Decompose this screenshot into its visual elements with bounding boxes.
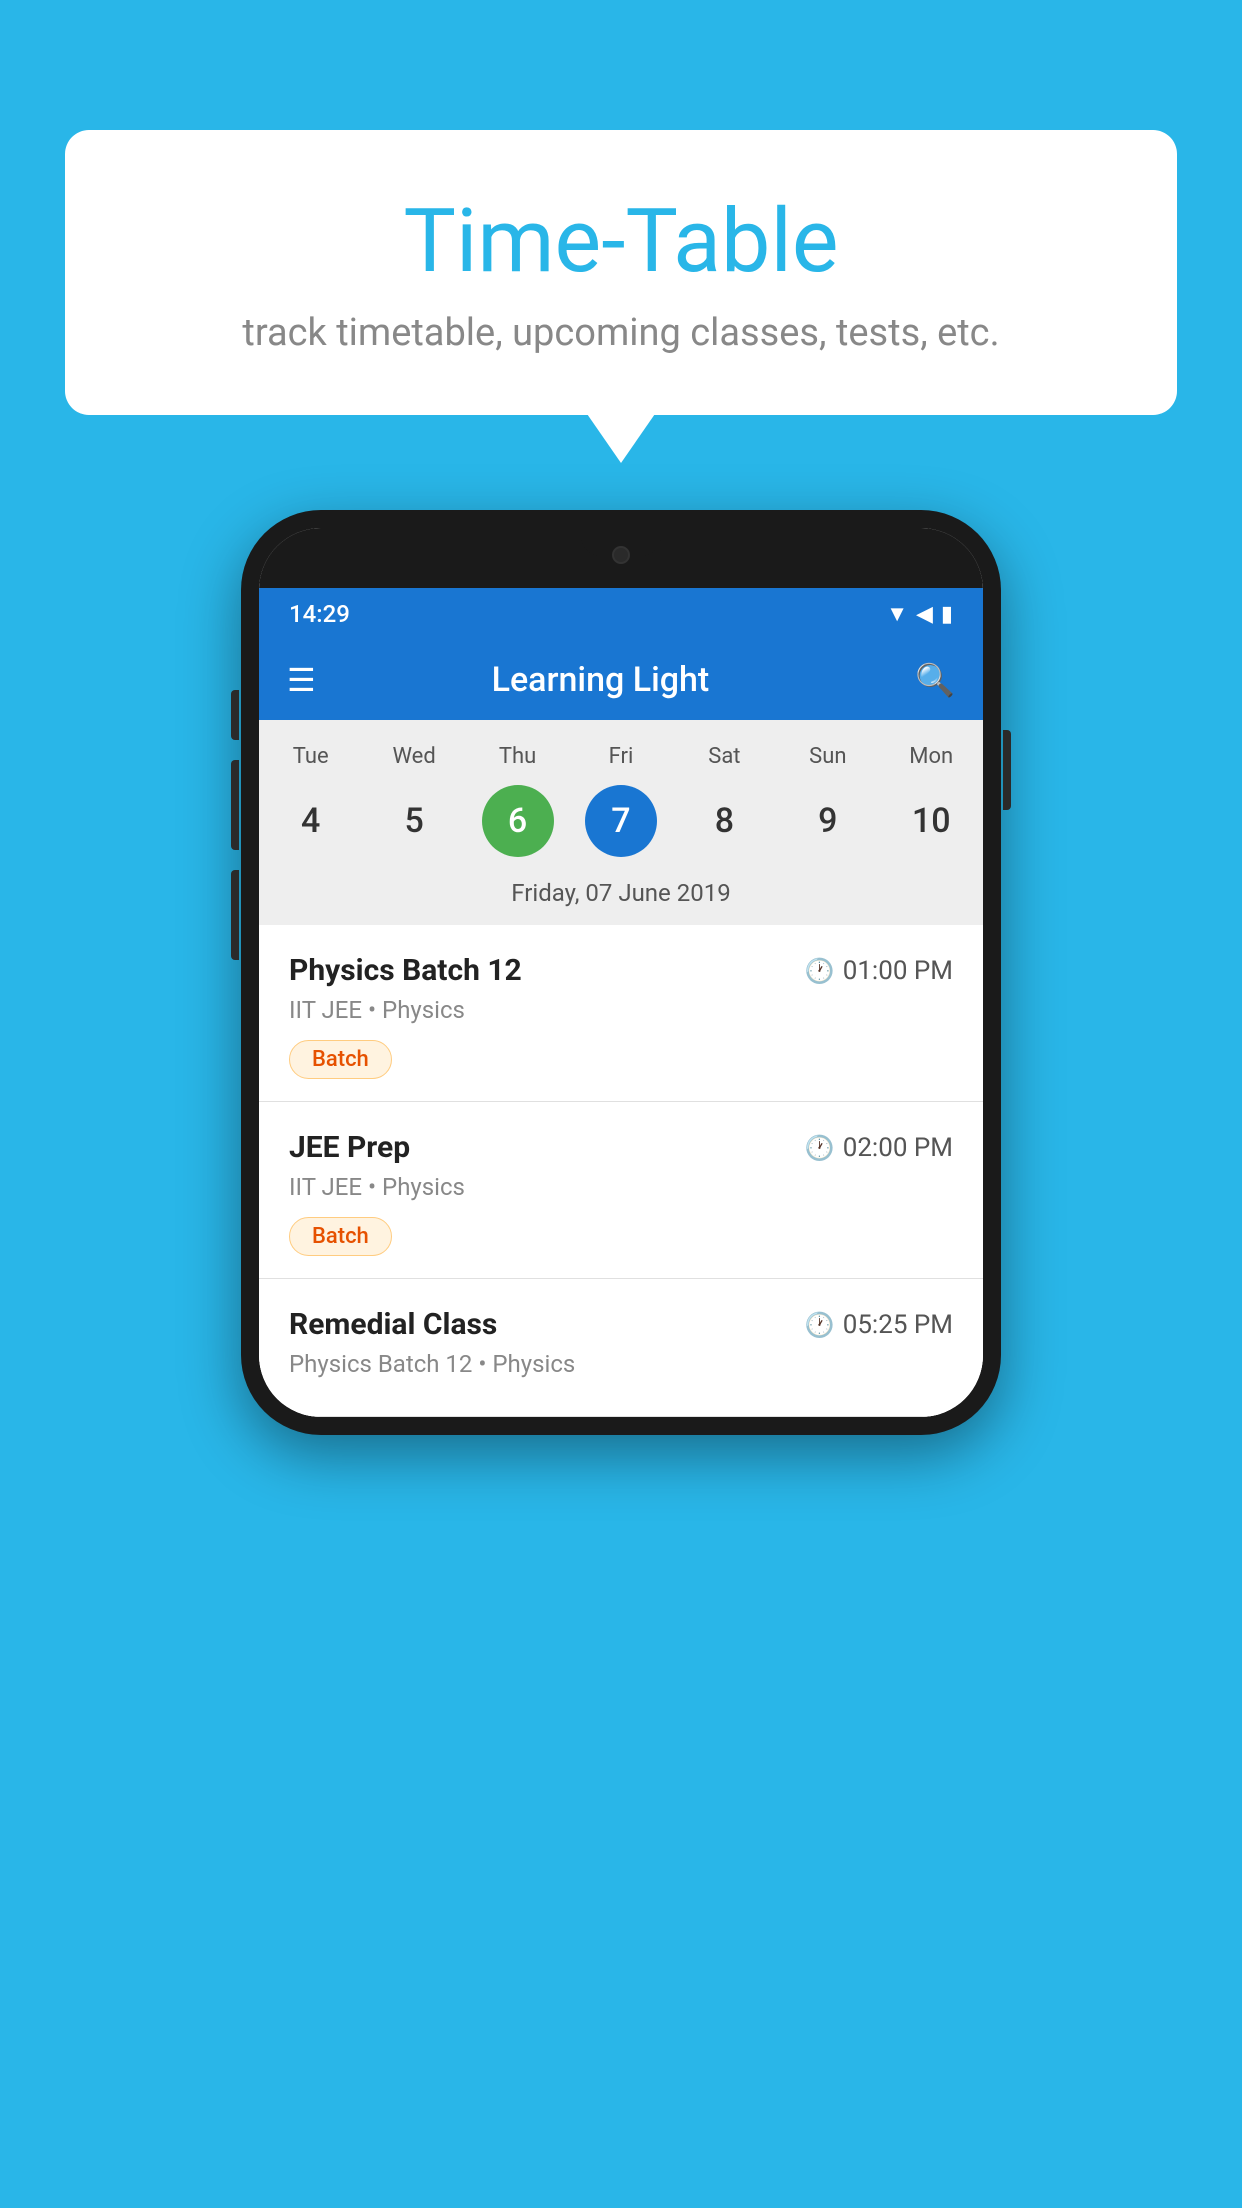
class-item-physics-batch[interactable]: Physics Batch 12 🕐 01:00 PM IIT JEE • Ph…	[259, 925, 983, 1102]
status-bar: 14:29 ▼ ◀ ▮	[259, 588, 983, 640]
power-button	[1003, 730, 1011, 810]
batch-badge-1: Batch	[289, 1040, 392, 1079]
class-item-remedial[interactable]: Remedial Class 🕐 05:25 PM Physics Batch …	[259, 1279, 983, 1417]
class-name-3: Remedial Class	[289, 1307, 497, 1342]
speech-bubble: Time-Table track timetable, upcoming cla…	[65, 130, 1177, 415]
hamburger-icon[interactable]: ☰	[287, 661, 316, 699]
phone-top-bar	[259, 528, 983, 588]
status-icons: ▼ ◀ ▮	[886, 601, 953, 627]
clock-icon-1: 🕐	[805, 957, 835, 985]
phone-camera	[612, 546, 630, 564]
app-bar: ☰ Learning Light 🔍	[259, 640, 983, 720]
calendar-section: Tue Wed Thu Fri Sat Sun Mon 4 5 6 7 8 9 …	[259, 720, 983, 925]
class-meta-3: Physics Batch 12 • Physics	[289, 1350, 953, 1378]
search-icon[interactable]: 🔍	[915, 661, 955, 699]
clock-icon-2: 🕐	[805, 1134, 835, 1162]
class-meta-1: IIT JEE • Physics	[289, 996, 953, 1024]
dates-row: 4 5 6 7 8 9 10	[259, 777, 983, 869]
date-8[interactable]: 8	[688, 785, 760, 857]
class-name-1: Physics Batch 12	[289, 953, 522, 988]
volume-up-button	[231, 690, 239, 740]
class-header-2: JEE Prep 🕐 02:00 PM	[289, 1130, 953, 1165]
date-10[interactable]: 10	[895, 785, 967, 857]
date-7-selected[interactable]: 7	[585, 785, 657, 857]
day-sat: Sat	[684, 744, 764, 769]
date-4[interactable]: 4	[275, 785, 347, 857]
class-time-1: 🕐 01:00 PM	[805, 956, 953, 986]
date-5[interactable]: 5	[378, 785, 450, 857]
volume-down-button	[231, 760, 239, 850]
classes-container: Physics Batch 12 🕐 01:00 PM IIT JEE • Ph…	[259, 925, 983, 1417]
battery-icon: ▮	[941, 602, 953, 627]
silent-button	[231, 870, 239, 960]
class-header-1: Physics Batch 12 🕐 01:00 PM	[289, 953, 953, 988]
wifi-icon: ▼	[886, 601, 908, 627]
class-item-jee-prep[interactable]: JEE Prep 🕐 02:00 PM IIT JEE • Physics Ba…	[259, 1102, 983, 1279]
class-meta-2: IIT JEE • Physics	[289, 1173, 953, 1201]
class-header-3: Remedial Class 🕐 05:25 PM	[289, 1307, 953, 1342]
day-mon: Mon	[891, 744, 971, 769]
day-fri: Fri	[581, 744, 661, 769]
selected-date-label: Friday, 07 June 2019	[259, 869, 983, 925]
speech-bubble-container: Time-Table track timetable, upcoming cla…	[65, 130, 1177, 415]
bubble-title: Time-Table	[115, 190, 1127, 293]
day-thu: Thu	[478, 744, 558, 769]
days-header: Tue Wed Thu Fri Sat Sun Mon	[259, 736, 983, 777]
status-time: 14:29	[289, 600, 350, 628]
day-sun: Sun	[788, 744, 868, 769]
clock-icon-3: 🕐	[805, 1311, 835, 1339]
class-name-2: JEE Prep	[289, 1130, 410, 1165]
app-title: Learning Light	[340, 660, 861, 700]
date-9[interactable]: 9	[792, 785, 864, 857]
phone-outer: 14:29 ▼ ◀ ▮ ☰ Learning Light 🔍 Tue Wed T…	[241, 510, 1001, 1435]
signal-icon: ◀	[916, 602, 933, 627]
bubble-subtitle: track timetable, upcoming classes, tests…	[115, 311, 1127, 355]
date-6-today[interactable]: 6	[482, 785, 554, 857]
class-time-3: 🕐 05:25 PM	[805, 1310, 953, 1340]
phone-mockup: 14:29 ▼ ◀ ▮ ☰ Learning Light 🔍 Tue Wed T…	[241, 510, 1001, 1435]
class-time-2: 🕐 02:00 PM	[805, 1133, 953, 1163]
batch-badge-2: Batch	[289, 1217, 392, 1256]
day-tue: Tue	[271, 744, 351, 769]
day-wed: Wed	[374, 744, 454, 769]
phone-screen: 14:29 ▼ ◀ ▮ ☰ Learning Light 🔍 Tue Wed T…	[259, 528, 983, 1417]
